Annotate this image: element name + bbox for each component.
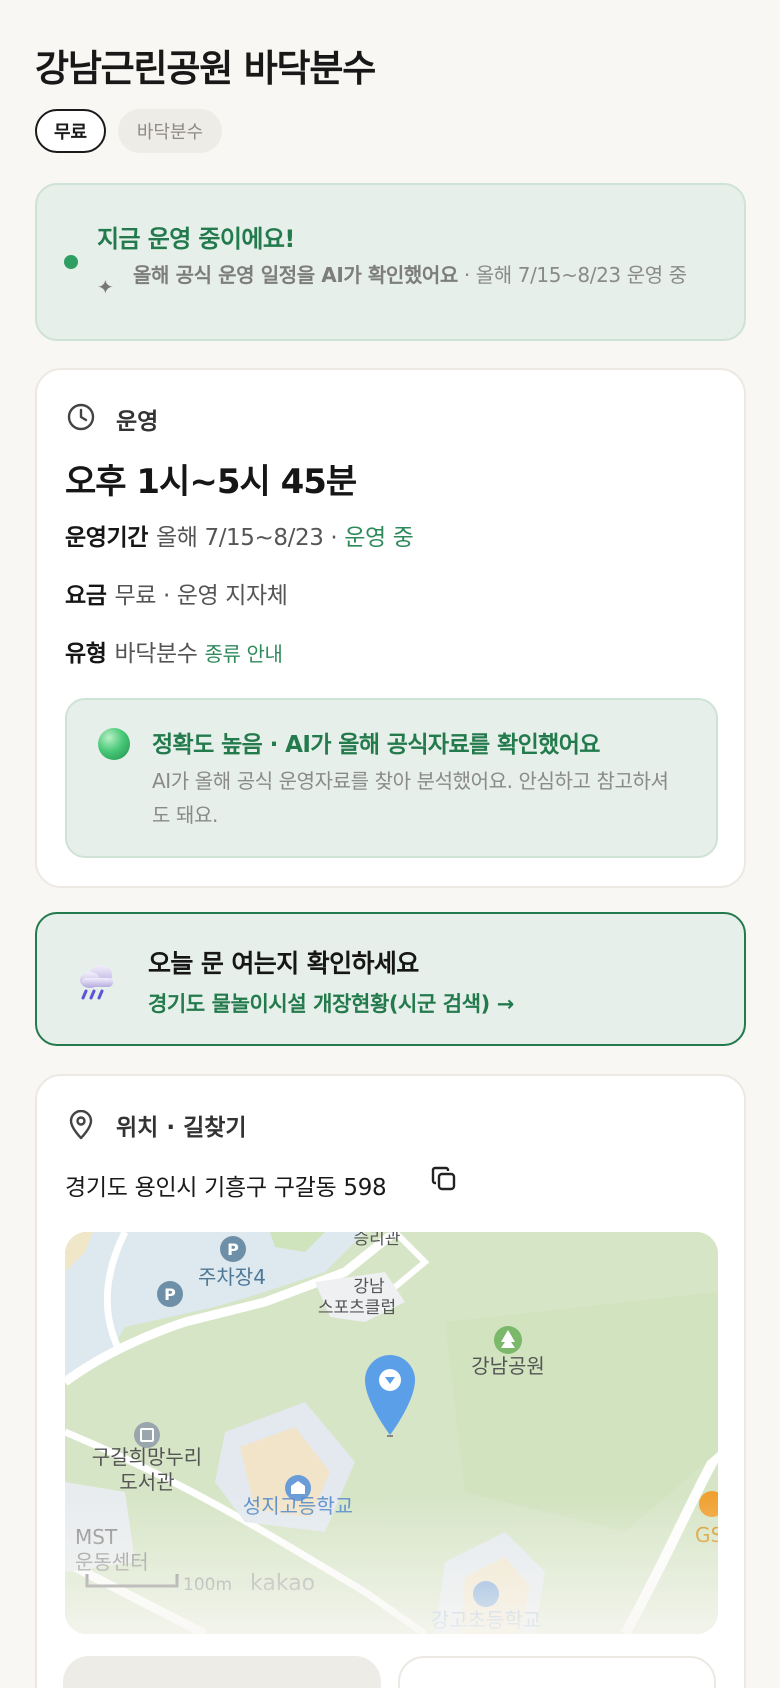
map-label-park: 강남공원 <box>471 1354 545 1378</box>
operation-hours: 오후 1시~5시 45분 <box>65 462 357 502</box>
bottom-action-button-1[interactable] <box>63 1656 381 1688</box>
check-open-title: 오늘 문 여는지 확인하세요 <box>148 949 419 978</box>
fee-row: 요금 무료 · 운영 지자체 <box>65 576 288 610</box>
map-parking-marker-2: P <box>164 1285 176 1304</box>
map-canvas: P P 주차장4 승리관 강남 스포츠클럽 강남공원 구갈희망누리 도서관 성지… <box>65 1232 718 1634</box>
page-title: 강남근린공원 바닥분수 <box>35 47 376 90</box>
map-scale: 100m <box>183 1575 232 1595</box>
map-label-sports-1: 강남 <box>353 1277 385 1297</box>
accuracy-box: 정확도 높음 · AI가 올해 공식자료를 확인했어요 AI가 올해 공식 운영… <box>65 698 718 858</box>
map-label-school: 성지고등학교 <box>243 1494 353 1518</box>
status-description: 올해 공식 운영 일정을 AI가 확인했어요 · 올해 7/15~8/23 운영… <box>133 261 723 290</box>
status-dot <box>64 255 78 269</box>
location-label: 위치 · 길찾기 <box>116 1115 247 1141</box>
type-value: 바닥분수 <box>114 641 198 667</box>
fee-key: 요금 <box>65 583 107 609</box>
map-brand: kakao <box>250 1571 315 1596</box>
map-label-bottom-school: 강고초등학교 <box>431 1608 541 1632</box>
clock-icon <box>67 403 95 431</box>
check-open-link[interactable]: 경기도 물놀이시설 개장현황(시군 검색) → <box>148 988 514 1018</box>
copy-icon[interactable] <box>429 1164 459 1194</box>
status-title: 지금 운영 중이에요! <box>97 225 295 253</box>
status-card: 지금 운영 중이에요! ✦ 올해 공식 운영 일정을 AI가 확인했어요 · 올… <box>35 183 746 341</box>
address-text: 경기도 용인시 기흥구 구갈동 598 <box>65 1175 387 1201</box>
rain-cloud-icon <box>80 965 113 1000</box>
map-label-gs: GS <box>695 1523 718 1547</box>
status-desc-rest: · 올해 7/15~8/23 운영 중 <box>457 263 687 287</box>
location-card: 위치 · 길찾기 경기도 용인시 기흥구 구갈동 598 P P 주차장4 승리… <box>35 1074 746 1688</box>
map-label-sports-2: 스포츠클럽 <box>318 1298 396 1318</box>
period-value: 올해 7/15~8/23 · <box>156 525 338 551</box>
period-status: 운영 중 <box>344 525 414 551</box>
location-pin-icon <box>69 1110 93 1140</box>
sparkle-icon: ✦ <box>97 275 114 299</box>
accuracy-title: 정확도 높음 · AI가 올해 공식자료를 확인했어요 <box>152 732 600 758</box>
accuracy-orb-icon <box>98 728 130 760</box>
period-key: 운영기간 <box>65 525 149 551</box>
tag-type: 바닥분수 <box>118 109 222 153</box>
type-row: 유형 바닥분수 종류 안내 <box>65 634 283 668</box>
type-guide-link[interactable]: 종류 안내 <box>205 642 283 666</box>
type-key: 유형 <box>65 641 107 667</box>
operation-card: 운영 오후 1시~5시 45분 운영기간 올해 7/15~8/23 · 운영 중 … <box>35 368 746 888</box>
operation-period-row: 운영기간 올해 7/15~8/23 · 운영 중 <box>65 518 414 552</box>
map-label-mst-2: 운동센터 <box>75 1550 149 1574</box>
fee-value: 무료 · 운영 지자체 <box>114 583 288 609</box>
map-view[interactable]: P P 주차장4 승리관 강남 스포츠클럽 강남공원 구갈희망누리 도서관 성지… <box>65 1232 718 1634</box>
operation-label: 운영 <box>116 409 159 435</box>
status-desc-bold: 올해 공식 운영 일정을 AI가 확인했어요 <box>133 263 458 287</box>
map-label-library-2: 도서관 <box>119 1470 174 1494</box>
map-parking-marker-1: P <box>227 1240 239 1259</box>
check-open-card[interactable]: 오늘 문 여는지 확인하세요 경기도 물놀이시설 개장현황(시군 검색) → <box>35 912 746 1046</box>
map-label-top: 승리관 <box>354 1232 401 1249</box>
map-label-mst-1: MST <box>75 1525 118 1549</box>
map-label-parking: 주차장4 <box>198 1265 266 1289</box>
tag-free: 무료 <box>35 109 106 153</box>
accuracy-description: AI가 올해 공식 운영자료를 찾아 분석했어요. 안심하고 참고하셔도 돼요. <box>152 769 669 827</box>
bottom-action-button-2[interactable] <box>398 1656 716 1688</box>
map-label-library-1: 구갈희망누리 <box>92 1445 202 1469</box>
